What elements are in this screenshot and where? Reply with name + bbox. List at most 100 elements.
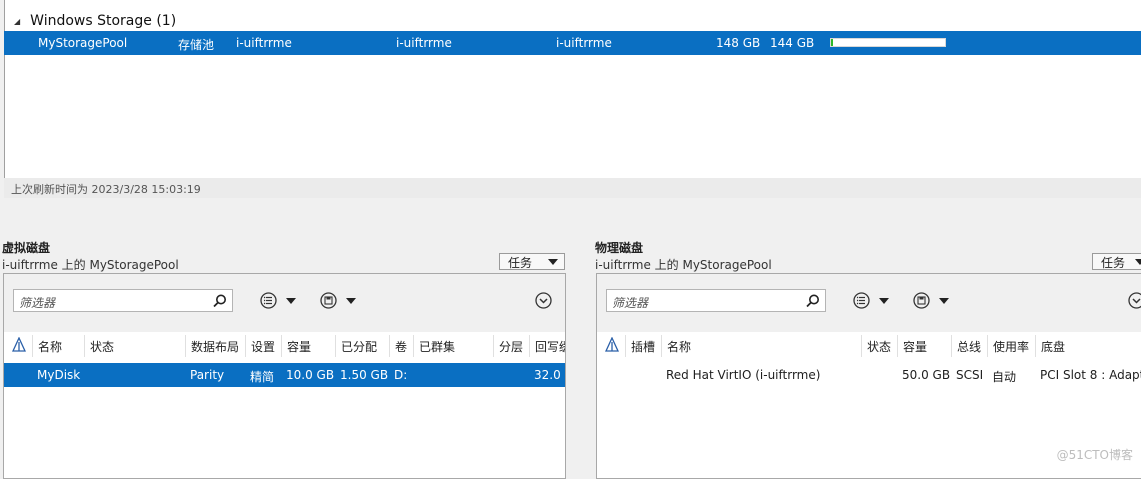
chevron-down-icon <box>939 298 949 304</box>
vdisk-writeback: 32.0 I <box>534 368 565 382</box>
warning-sort-icon[interactable] <box>605 337 619 353</box>
col-header-status[interactable]: 状态 <box>90 338 114 355</box>
vdisk-layout: Parity <box>190 368 225 382</box>
column-divider[interactable] <box>987 335 988 357</box>
physical-disks-title: 物理磁盘 <box>595 241 644 255</box>
col-header-chassis[interactable]: 底盘 <box>1041 338 1065 355</box>
pool-col4: i-uiftrrme <box>396 36 452 50</box>
view-options-button[interactable] <box>853 292 893 310</box>
watermark-text: @51CTO博客 <box>1056 448 1133 462</box>
chevron-down-icon <box>1135 259 1141 265</box>
column-divider[interactable] <box>335 335 336 357</box>
search-icon[interactable] <box>212 293 228 309</box>
virtual-disk-row[interactable]: MyDisk Parity 精简 10.0 GB 1.50 GB D: 32.0… <box>4 363 565 387</box>
list-view-icon <box>853 292 870 309</box>
pdisk-chassis: PCI Slot 8 : Adapt <box>1040 368 1141 382</box>
col-header-capacity[interactable]: 容量 <box>903 338 927 355</box>
save-query-button[interactable] <box>913 292 953 310</box>
virtual-disks-toolbar: 筛选器 <box>4 274 565 332</box>
column-divider[interactable] <box>84 335 85 357</box>
pdisk-capacity: 50.0 GB <box>902 368 951 382</box>
physical-disks-tasks-button[interactable]: 任务 <box>1092 253 1141 270</box>
pool-col5: i-uiftrrme <box>556 36 612 50</box>
save-icon <box>320 292 337 309</box>
refresh-timestamp: 上次刷新时间为 2023/3/28 15:03:19 <box>11 183 201 196</box>
column-divider[interactable] <box>245 335 246 357</box>
vdisk-capacity: 10.0 GB <box>286 368 335 382</box>
tasks-label: 任务 <box>1101 256 1126 270</box>
expand-toggle-icon[interactable] <box>535 292 552 309</box>
column-divider[interactable] <box>661 335 662 357</box>
pool-server: i-uiftrrme <box>236 36 292 50</box>
col-header-capacity[interactable]: 容量 <box>287 338 311 355</box>
list-view-icon <box>260 292 277 309</box>
column-divider[interactable] <box>529 335 530 357</box>
physical-disk-row[interactable]: Red Hat VirtIO (i-uiftrrme) 50.0 GB SCSI… <box>597 363 1141 387</box>
chevron-down-icon <box>346 298 356 304</box>
pool-group-label: Windows Storage (1) <box>30 13 177 29</box>
physical-disks-subtitle: i-uiftrrme 上的 MyStoragePool <box>595 258 772 272</box>
expand-toggle-icon[interactable] <box>1128 292 1141 309</box>
vdisk-provisioning: 精简 <box>250 370 275 384</box>
chevron-down-icon <box>879 298 889 304</box>
pdisk-bus: SCSI <box>956 368 984 382</box>
physical-disks-filter-input[interactable]: 筛选器 <box>606 289 826 312</box>
virtual-disks-subtitle: i-uiftrrme 上的 MyStoragePool <box>2 258 179 272</box>
save-query-button[interactable] <box>320 292 360 310</box>
col-header-name[interactable]: 名称 <box>38 338 62 355</box>
save-icon <box>913 292 930 309</box>
column-divider[interactable] <box>389 335 390 357</box>
vdisk-volume: D: <box>394 368 408 382</box>
column-divider[interactable] <box>951 335 952 357</box>
virtual-disks-title: 虚拟磁盘 <box>2 241 51 255</box>
refresh-status-bar: 上次刷新时间为 2023/3/28 15:03:19 <box>4 178 1141 198</box>
filter-placeholder: 筛选器 <box>612 296 649 310</box>
virtual-disks-filter-input[interactable]: 筛选器 <box>13 289 233 312</box>
chevron-down-icon <box>286 298 296 304</box>
col-header-name[interactable]: 名称 <box>667 338 691 355</box>
col-header-slot[interactable]: 插槽 <box>631 338 655 355</box>
col-header-allocated[interactable]: 已分配 <box>341 338 377 355</box>
vdisk-allocated: 1.50 GB <box>340 368 389 382</box>
physical-disks-toolbar: 筛选器 <box>597 274 1141 332</box>
pool-group-header[interactable]: ◢ Windows Storage (1) <box>14 10 176 32</box>
filter-placeholder: 筛选器 <box>19 296 56 310</box>
vdisk-name: MyDisk <box>37 368 81 382</box>
column-divider[interactable] <box>413 335 414 357</box>
virtual-disks-panel: 筛选器 名称 状态 数据布局 设置 容量 已分配 卷 已群集 分层 回写 MyD… <box>3 273 566 479</box>
column-divider[interactable] <box>1035 335 1036 357</box>
search-icon[interactable] <box>805 293 821 309</box>
tasks-label: 任务 <box>508 256 533 270</box>
collapse-triangle-icon[interactable]: ◢ <box>14 17 20 26</box>
virtual-disks-header-row: 名称 状态 数据布局 设置 容量 已分配 卷 已群集 分层 回写缓 <box>4 332 565 360</box>
col-header-status[interactable]: 状态 <box>867 338 891 355</box>
column-divider[interactable] <box>493 335 494 357</box>
virtual-disks-tasks-button[interactable]: 任务 <box>499 253 565 270</box>
col-header-usage[interactable]: 使用率 <box>993 338 1029 355</box>
column-divider[interactable] <box>861 335 862 357</box>
col-header-volume[interactable]: 卷 <box>395 338 407 355</box>
pool-usage-bar <box>830 38 946 47</box>
column-divider[interactable] <box>185 335 186 357</box>
chevron-down-icon <box>548 259 558 265</box>
col-header-tiered[interactable]: 分层 <box>499 338 523 355</box>
column-divider[interactable] <box>625 335 626 357</box>
pool-free: 144 GB <box>770 36 815 50</box>
pool-capacity: 148 GB <box>716 36 761 50</box>
col-header-clustered[interactable]: 已群集 <box>419 338 455 355</box>
pool-usage-fill <box>831 39 834 46</box>
pdisk-name: Red Hat VirtIO (i-uiftrrme) <box>666 368 821 382</box>
warning-sort-icon[interactable] <box>12 337 26 353</box>
physical-disks-header-row: 插槽 名称 状态 容量 总线 使用率 底盘 <box>597 332 1141 360</box>
view-options-button[interactable] <box>260 292 300 310</box>
col-header-provisioning[interactable]: 设置 <box>251 338 275 355</box>
pool-type: 存储池 <box>178 38 215 52</box>
pdisk-usage: 自动 <box>992 370 1017 384</box>
col-header-layout[interactable]: 数据布局 <box>191 338 239 355</box>
column-divider[interactable] <box>32 335 33 357</box>
col-header-writeback[interactable]: 回写缓 <box>535 338 565 355</box>
col-header-bus[interactable]: 总线 <box>957 338 981 355</box>
column-divider[interactable] <box>281 335 282 357</box>
column-divider[interactable] <box>897 335 898 357</box>
pool-row-selected[interactable]: MyStoragePool 存储池 i-uiftrrme i-uiftrrme … <box>4 31 1141 55</box>
